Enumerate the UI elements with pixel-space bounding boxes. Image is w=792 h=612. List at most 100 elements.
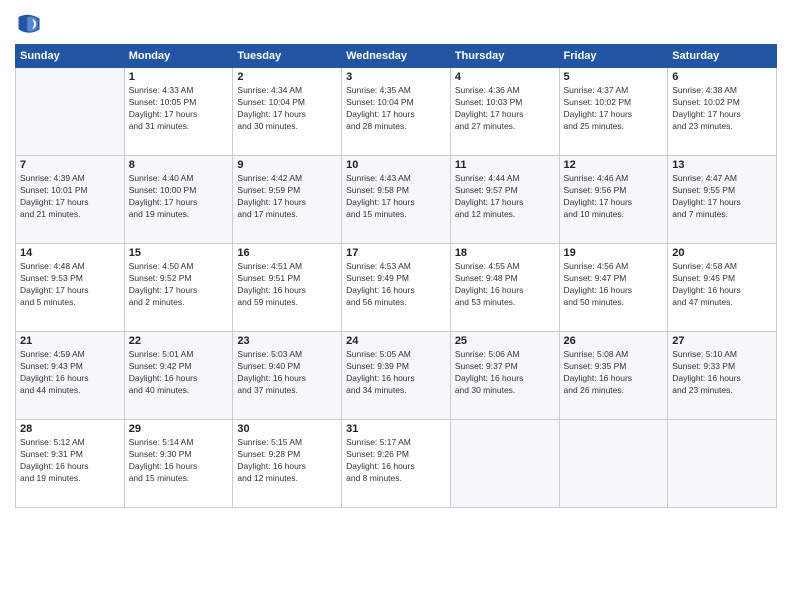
day-number: 27 — [672, 335, 772, 347]
calendar-cell — [450, 420, 559, 508]
header — [15, 10, 777, 38]
calendar-cell: 9 Sunrise: 4:42 AM Sunset: 9:59 PM Daylig… — [233, 156, 342, 244]
cell-info: Sunrise: 4:44 AM Sunset: 9:57 PM Dayligh… — [455, 173, 555, 221]
cell-info: Sunrise: 5:12 AM Sunset: 9:31 PM Dayligh… — [20, 437, 120, 485]
day-number: 3 — [346, 71, 446, 83]
day-number: 23 — [237, 335, 337, 347]
weekday-header-sunday: Sunday — [16, 45, 125, 68]
day-number: 12 — [564, 159, 664, 171]
cell-info: Sunrise: 4:47 AM Sunset: 9:55 PM Dayligh… — [672, 173, 772, 221]
day-number: 31 — [346, 423, 446, 435]
calendar-table: SundayMondayTuesdayWednesdayThursdayFrid… — [15, 44, 777, 508]
calendar-cell: 5 Sunrise: 4:37 AM Sunset: 10:02 PM Dayli… — [559, 68, 668, 156]
calendar-cell: 24 Sunrise: 5:05 AM Sunset: 9:39 PM Dayli… — [342, 332, 451, 420]
cell-info: Sunrise: 4:50 AM Sunset: 9:52 PM Dayligh… — [129, 261, 229, 309]
calendar-week-4: 21 Sunrise: 4:59 AM Sunset: 9:43 PM Dayli… — [16, 332, 777, 420]
weekday-header-monday: Monday — [124, 45, 233, 68]
cell-info: Sunrise: 4:35 AM Sunset: 10:04 PM Daylig… — [346, 85, 446, 133]
calendar-cell — [16, 68, 125, 156]
day-number: 16 — [237, 247, 337, 259]
cell-info: Sunrise: 5:14 AM Sunset: 9:30 PM Dayligh… — [129, 437, 229, 485]
cell-info: Sunrise: 5:01 AM Sunset: 9:42 PM Dayligh… — [129, 349, 229, 397]
logo-icon — [15, 10, 43, 38]
calendar-cell — [668, 420, 777, 508]
cell-info: Sunrise: 4:56 AM Sunset: 9:47 PM Dayligh… — [564, 261, 664, 309]
day-number: 30 — [237, 423, 337, 435]
cell-info: Sunrise: 4:43 AM Sunset: 9:58 PM Dayligh… — [346, 173, 446, 221]
cell-info: Sunrise: 4:39 AM Sunset: 10:01 PM Daylig… — [20, 173, 120, 221]
day-number: 7 — [20, 159, 120, 171]
day-number: 5 — [564, 71, 664, 83]
day-number: 26 — [564, 335, 664, 347]
day-number: 22 — [129, 335, 229, 347]
cell-info: Sunrise: 5:08 AM Sunset: 9:35 PM Dayligh… — [564, 349, 664, 397]
cell-info: Sunrise: 5:10 AM Sunset: 9:33 PM Dayligh… — [672, 349, 772, 397]
weekday-header-tuesday: Tuesday — [233, 45, 342, 68]
calendar-cell: 12Sunrise: 4:46 AM Sunset: 9:56 PM Dayli… — [559, 156, 668, 244]
calendar-week-3: 14 Sunrise: 4:48 AM Sunset: 9:53 PM Dayli… — [16, 244, 777, 332]
day-number: 29 — [129, 423, 229, 435]
calendar-cell: 10 Sunrise: 4:43 AM Sunset: 9:58 PM Dayli… — [342, 156, 451, 244]
calendar-cell: 30 Sunrise: 5:15 AM Sunset: 9:28 PM Dayli… — [233, 420, 342, 508]
cell-info: Sunrise: 4:36 AM Sunset: 10:03 PM Daylig… — [455, 85, 555, 133]
calendar-cell: 11 Sunrise: 4:44 AM Sunset: 9:57 PM Dayli… — [450, 156, 559, 244]
day-number: 15 — [129, 247, 229, 259]
day-number: 6 — [672, 71, 772, 83]
day-number: 2 — [237, 71, 337, 83]
calendar-week-2: 7 Sunrise: 4:39 AM Sunset: 10:01 PM Dayli… — [16, 156, 777, 244]
calendar-cell: 15 Sunrise: 4:50 AM Sunset: 9:52 PM Dayli… — [124, 244, 233, 332]
calendar-cell: 29 Sunrise: 5:14 AM Sunset: 9:30 PM Dayli… — [124, 420, 233, 508]
calendar-cell: 31 Sunrise: 5:17 AM Sunset: 9:26 PM Dayli… — [342, 420, 451, 508]
day-number: 21 — [20, 335, 120, 347]
cell-info: Sunrise: 4:55 AM Sunset: 9:48 PM Dayligh… — [455, 261, 555, 309]
cell-info: Sunrise: 4:37 AM Sunset: 10:02 PM Daylig… — [564, 85, 664, 133]
day-number: 28 — [20, 423, 120, 435]
cell-info: Sunrise: 4:53 AM Sunset: 9:49 PM Dayligh… — [346, 261, 446, 309]
calendar-cell: 22 Sunrise: 5:01 AM Sunset: 9:42 PM Dayli… — [124, 332, 233, 420]
calendar-cell: 4Sunrise: 4:36 AM Sunset: 10:03 PM Dayli… — [450, 68, 559, 156]
cell-info: Sunrise: 4:59 AM Sunset: 9:43 PM Dayligh… — [20, 349, 120, 397]
cell-info: Sunrise: 4:40 AM Sunset: 10:00 PM Daylig… — [129, 173, 229, 221]
calendar-cell: 21 Sunrise: 4:59 AM Sunset: 9:43 PM Dayli… — [16, 332, 125, 420]
weekday-header-friday: Friday — [559, 45, 668, 68]
day-number: 17 — [346, 247, 446, 259]
calendar-cell: 20Sunrise: 4:58 AM Sunset: 9:45 PM Dayli… — [668, 244, 777, 332]
cell-info: Sunrise: 5:03 AM Sunset: 9:40 PM Dayligh… — [237, 349, 337, 397]
calendar-cell: 3 Sunrise: 4:35 AM Sunset: 10:04 PM Dayli… — [342, 68, 451, 156]
calendar-cell: 16 Sunrise: 4:51 AM Sunset: 9:51 PM Dayli… — [233, 244, 342, 332]
calendar-cell: 23 Sunrise: 5:03 AM Sunset: 9:40 PM Dayli… — [233, 332, 342, 420]
day-number: 14 — [20, 247, 120, 259]
day-number: 18 — [455, 247, 555, 259]
day-number: 9 — [237, 159, 337, 171]
cell-info: Sunrise: 5:17 AM Sunset: 9:26 PM Dayligh… — [346, 437, 446, 485]
cell-info: Sunrise: 4:51 AM Sunset: 9:51 PM Dayligh… — [237, 261, 337, 309]
calendar-cell: 27 Sunrise: 5:10 AM Sunset: 9:33 PM Dayli… — [668, 332, 777, 420]
cell-info: Sunrise: 4:34 AM Sunset: 10:04 PM Daylig… — [237, 85, 337, 133]
weekday-header-thursday: Thursday — [450, 45, 559, 68]
calendar-week-5: 28 Sunrise: 5:12 AM Sunset: 9:31 PM Dayli… — [16, 420, 777, 508]
cell-info: Sunrise: 4:58 AM Sunset: 9:45 PM Dayligh… — [672, 261, 772, 309]
calendar-cell: 14 Sunrise: 4:48 AM Sunset: 9:53 PM Dayli… — [16, 244, 125, 332]
cell-info: Sunrise: 5:06 AM Sunset: 9:37 PM Dayligh… — [455, 349, 555, 397]
cell-info: Sunrise: 4:38 AM Sunset: 10:02 PM Daylig… — [672, 85, 772, 133]
day-number: 19 — [564, 247, 664, 259]
day-number: 24 — [346, 335, 446, 347]
logo — [15, 10, 47, 38]
cell-info: Sunrise: 4:48 AM Sunset: 9:53 PM Dayligh… — [20, 261, 120, 309]
day-number: 10 — [346, 159, 446, 171]
calendar-cell: 1Sunrise: 4:33 AM Sunset: 10:05 PM Dayli… — [124, 68, 233, 156]
calendar-cell — [559, 420, 668, 508]
day-number: 1 — [129, 71, 229, 83]
day-number: 11 — [455, 159, 555, 171]
calendar-cell: 19 Sunrise: 4:56 AM Sunset: 9:47 PM Dayli… — [559, 244, 668, 332]
calendar-cell: 25Sunrise: 5:06 AM Sunset: 9:37 PM Dayli… — [450, 332, 559, 420]
cell-info: Sunrise: 5:15 AM Sunset: 9:28 PM Dayligh… — [237, 437, 337, 485]
calendar-cell: 8Sunrise: 4:40 AM Sunset: 10:00 PM Dayli… — [124, 156, 233, 244]
cell-info: Sunrise: 5:05 AM Sunset: 9:39 PM Dayligh… — [346, 349, 446, 397]
calendar-cell: 17 Sunrise: 4:53 AM Sunset: 9:49 PM Dayli… — [342, 244, 451, 332]
calendar-cell: 2 Sunrise: 4:34 AM Sunset: 10:04 PM Dayli… — [233, 68, 342, 156]
cell-info: Sunrise: 4:42 AM Sunset: 9:59 PM Dayligh… — [237, 173, 337, 221]
page: SundayMondayTuesdayWednesdayThursdayFrid… — [0, 0, 792, 612]
day-number: 13 — [672, 159, 772, 171]
calendar-cell: 26 Sunrise: 5:08 AM Sunset: 9:35 PM Dayli… — [559, 332, 668, 420]
